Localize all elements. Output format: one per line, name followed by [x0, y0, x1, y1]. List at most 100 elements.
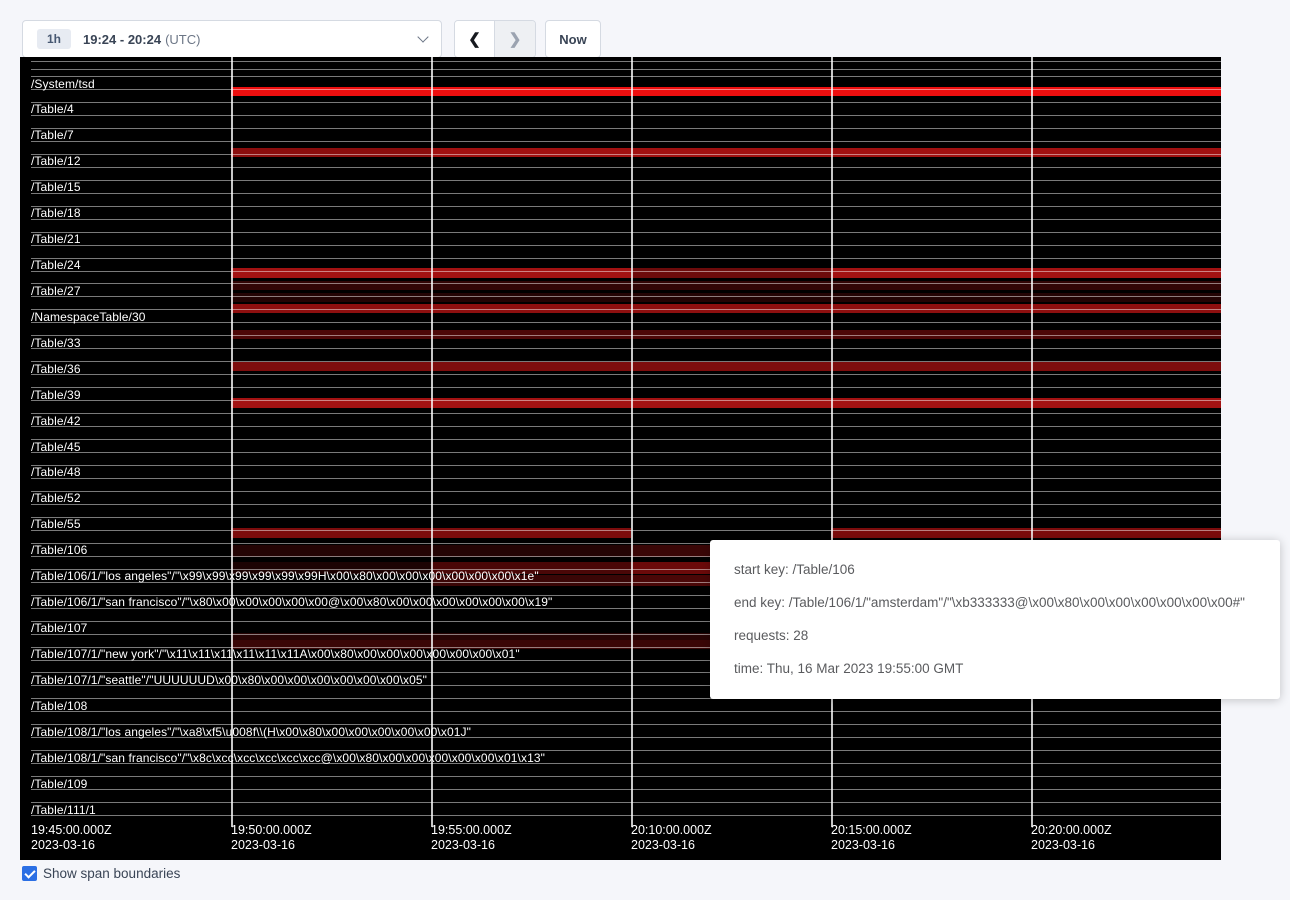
- row-label: /System/tsd: [31, 78, 95, 91]
- x-axis-tick: 20:10:00.000Z2023-03-16: [631, 823, 712, 853]
- span-boundary-line: [31, 400, 1221, 401]
- row-label: /Table/45: [31, 441, 81, 454]
- row-label: /Table/4: [31, 103, 74, 116]
- row-label: /Table/106/1/"san francisco"/"\x80\x00\x…: [31, 596, 552, 609]
- span-boundary-line: [31, 361, 1221, 362]
- row-label: /Table/36: [31, 363, 81, 376]
- row-label: /Table/15: [31, 181, 81, 194]
- show-span-boundaries-label[interactable]: Show span boundaries: [43, 866, 180, 881]
- x-axis-time: 19:45:00.000Z: [31, 823, 112, 838]
- time-gridline: [1031, 57, 1033, 827]
- span-boundary-line: [31, 776, 1221, 777]
- row-label: /Table/106/1/"los angeles"/"\x99\x99\x99…: [31, 570, 539, 583]
- row-label: /NamespaceTable/30: [31, 311, 146, 324]
- span-boundary-line: [31, 789, 1221, 790]
- prev-interval-button[interactable]: ❮: [455, 21, 495, 57]
- hot-span-band: [631, 268, 831, 278]
- x-axis-time: 19:50:00.000Z: [231, 823, 312, 838]
- span-boundary-line: [31, 530, 1221, 531]
- row-label: /Table/48: [31, 466, 81, 479]
- span-boundary-line: [31, 115, 1221, 116]
- time-gridline: [831, 57, 833, 827]
- row-label: /Table/108/1/"los angeles"/"\xa8\xf5\u00…: [31, 726, 471, 739]
- row-label: /Table/33: [31, 337, 81, 350]
- hot-span-band: [231, 293, 1221, 302]
- tooltip-time: time: Thu, 16 Mar 2023 19:55:00 GMT: [734, 659, 1256, 679]
- row-label: /Table/12: [31, 155, 81, 168]
- time-gridline: [431, 57, 433, 827]
- span-boundary-line: [31, 439, 1221, 440]
- span-boundary-line: [31, 517, 1221, 518]
- span-boundary-line: [31, 426, 1221, 427]
- span-boundary-line: [31, 76, 1221, 77]
- span-boundary-line: [31, 232, 1221, 233]
- row-label: /Table/39: [31, 389, 81, 402]
- row-label: /Table/109: [31, 778, 87, 791]
- x-axis-time: 20:20:00.000Z: [1031, 823, 1112, 838]
- row-label: /Table/7: [31, 129, 74, 142]
- span-boundary-line: [31, 89, 1221, 90]
- time-range-label: 19:24 - 20:24(UTC): [83, 32, 200, 47]
- now-button[interactable]: Now: [545, 20, 601, 58]
- row-label: /Table/24: [31, 259, 81, 272]
- hover-tooltip: start key: /Table/106 end key: /Table/10…: [710, 540, 1280, 699]
- span-boundary-line: [31, 387, 1221, 388]
- x-axis-date: 2023-03-16: [431, 838, 512, 853]
- x-axis-time: 20:10:00.000Z: [631, 823, 712, 838]
- time-preset-badge: 1h: [37, 29, 71, 49]
- span-boundary-line: [31, 815, 1221, 816]
- row-label: /Table/27: [31, 285, 81, 298]
- span-boundary-line: [31, 322, 1221, 323]
- row-label: /Table/55: [31, 518, 81, 531]
- span-boundary-line: [31, 128, 1221, 129]
- span-boundary-line: [31, 271, 1221, 272]
- row-label: /Table/108: [31, 700, 87, 713]
- time-gridline: [231, 57, 233, 827]
- row-label: /Table/106: [31, 544, 87, 557]
- x-axis-date: 2023-03-16: [1031, 838, 1112, 853]
- x-axis-date: 2023-03-16: [831, 838, 912, 853]
- span-boundary-line: [31, 206, 1221, 207]
- time-gridline: [631, 57, 633, 827]
- show-span-boundaries-checkbox[interactable]: [22, 866, 37, 881]
- row-label: /Table/107/1/"seattle"/"UUUUUUD\x00\x80\…: [31, 674, 427, 687]
- row-label: /Table/52: [31, 492, 81, 505]
- hot-span-band: [231, 362, 1221, 371]
- span-boundary-line: [31, 102, 1221, 103]
- x-axis-tick: 19:50:00.000Z2023-03-16: [231, 823, 312, 853]
- tooltip-requests: requests: 28: [734, 626, 1256, 646]
- hot-span-band: [431, 148, 1221, 157]
- x-axis-tick: 19:55:00.000Z2023-03-16: [431, 823, 512, 853]
- span-boundary-line: [31, 452, 1221, 453]
- span-boundary-line: [31, 258, 1221, 259]
- tooltip-end-key: end key: /Table/106/1/"amsterdam"/"\xb33…: [734, 593, 1256, 613]
- span-boundary-line: [31, 219, 1221, 220]
- row-label: /Table/108/1/"san francisco"/"\x8c\xcc\x…: [31, 752, 545, 765]
- key-visualizer-canvas[interactable]: /System/tsd/Table/4/Table/7/Table/12/Tab…: [20, 57, 1221, 860]
- footer-controls: Show span boundaries: [22, 866, 180, 881]
- span-boundary-line: [31, 283, 1221, 284]
- row-label: /Table/18: [31, 207, 81, 220]
- tooltip-start-key: start key: /Table/106: [734, 560, 1256, 580]
- x-axis-tick: 20:20:00.000Z2023-03-16: [1031, 823, 1112, 853]
- row-label: /Table/111/1: [31, 804, 96, 817]
- span-boundary-line: [31, 180, 1221, 181]
- next-interval-button[interactable]: ❯: [495, 21, 535, 57]
- span-boundary-line: [31, 296, 1221, 297]
- span-boundary-line: [31, 69, 1221, 70]
- row-label: /Table/107/1/"new york"/"\x11\x11\x11\x1…: [31, 648, 520, 661]
- x-axis-time: 19:55:00.000Z: [431, 823, 512, 838]
- time-nav-group: ❮ ❯: [454, 20, 536, 58]
- x-axis-tick: 19:45:00.000Z2023-03-16: [31, 823, 112, 853]
- span-boundary-line: [31, 413, 1221, 414]
- x-axis-tick: 20:15:00.000Z2023-03-16: [831, 823, 912, 853]
- span-boundary-line: [31, 478, 1221, 479]
- span-boundary-line: [31, 167, 1221, 168]
- time-range-selector[interactable]: 1h 19:24 - 20:24(UTC): [22, 20, 442, 58]
- span-boundary-line: [31, 141, 1221, 142]
- x-axis-time: 20:15:00.000Z: [831, 823, 912, 838]
- span-boundary-line: [31, 193, 1221, 194]
- timezone-label: (UTC): [165, 32, 200, 47]
- row-label: /Table/21: [31, 233, 81, 246]
- span-boundary-line: [31, 802, 1221, 803]
